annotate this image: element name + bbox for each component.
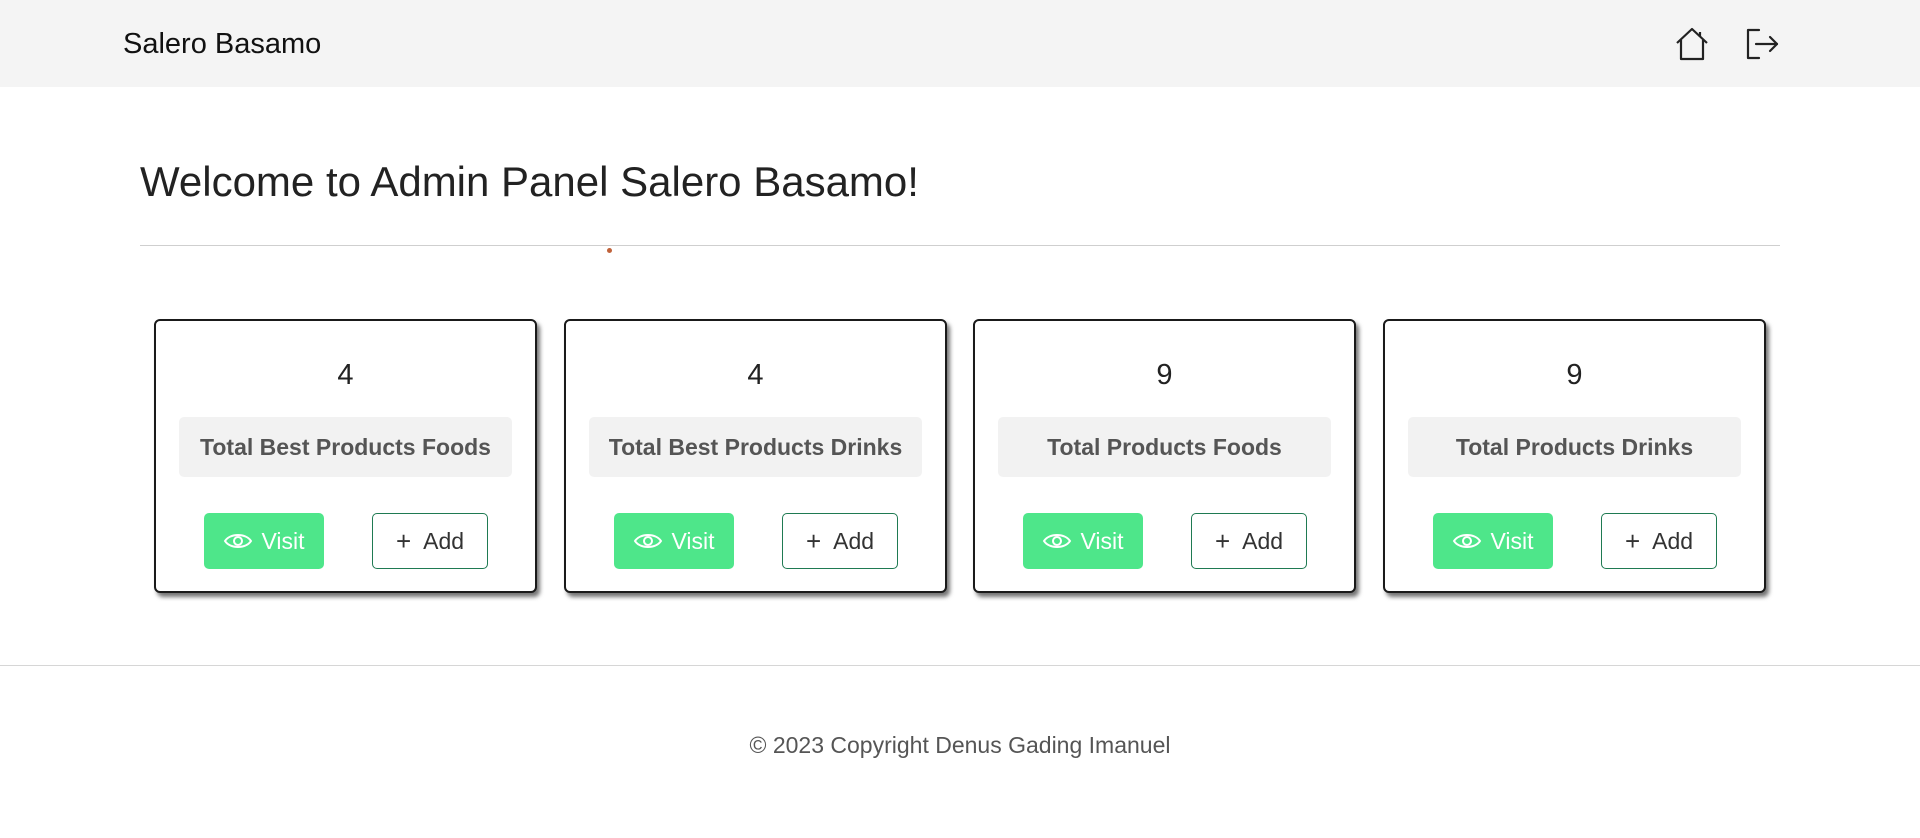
stat-value: 4 xyxy=(337,359,354,391)
plus-icon: + xyxy=(805,526,822,556)
navbar: Salero Basamo xyxy=(0,0,1920,87)
stat-value: 9 xyxy=(1156,359,1173,391)
stat-value: 9 xyxy=(1566,359,1583,391)
stat-label: Total Products Foods xyxy=(998,417,1331,477)
add-label: Add xyxy=(1652,527,1694,554)
stat-card-drinks: 9 Total Products Drinks Visit + Add xyxy=(1383,319,1766,593)
add-button[interactable]: + Add xyxy=(782,513,898,569)
visit-label: Visit xyxy=(1080,527,1124,554)
plus-icon: + xyxy=(395,526,412,556)
divider xyxy=(140,245,1780,246)
home-icon[interactable] xyxy=(1673,26,1711,62)
page-title: Welcome to Admin Panel Salero Basamo! xyxy=(140,158,919,205)
add-label: Add xyxy=(1242,527,1284,554)
visit-label: Visit xyxy=(1490,527,1534,554)
stat-card-foods: 9 Total Products Foods Visit + Add xyxy=(973,319,1356,593)
visit-button[interactable]: Visit xyxy=(614,513,734,569)
add-button[interactable]: + Add xyxy=(372,513,488,569)
stat-value: 4 xyxy=(747,359,764,391)
logout-icon[interactable] xyxy=(1742,26,1780,62)
plus-icon: + xyxy=(1214,526,1231,556)
stat-label: Total Best Products Drinks xyxy=(589,417,922,477)
stat-label: Total Products Drinks xyxy=(1408,417,1741,477)
footer-divider xyxy=(0,665,1920,666)
visit-label: Visit xyxy=(261,527,305,554)
add-button[interactable]: + Add xyxy=(1601,513,1717,569)
visit-button[interactable]: Visit xyxy=(1023,513,1143,569)
copyright-text: © 2023 Copyright Denus Gading Imanuel xyxy=(749,732,1171,758)
eye-icon xyxy=(224,534,253,548)
plus-icon: + xyxy=(1624,526,1641,556)
decorative-dot xyxy=(607,248,612,253)
add-button[interactable]: + Add xyxy=(1191,513,1307,569)
visit-button[interactable]: Visit xyxy=(204,513,324,569)
brand-link[interactable]: Salero Basamo xyxy=(123,28,321,61)
visit-button[interactable]: Visit xyxy=(1433,513,1553,569)
eye-icon xyxy=(1043,534,1072,548)
stat-card-best-foods: 4 Total Best Products Foods Visit + Add xyxy=(154,319,537,593)
visit-label: Visit xyxy=(671,527,715,554)
add-label: Add xyxy=(423,527,465,554)
eye-icon xyxy=(1453,534,1482,548)
stat-label: Total Best Products Foods xyxy=(179,417,512,477)
stat-card-best-drinks: 4 Total Best Products Drinks Visit + Add xyxy=(564,319,947,593)
eye-icon xyxy=(634,534,663,548)
add-label: Add xyxy=(833,527,875,554)
